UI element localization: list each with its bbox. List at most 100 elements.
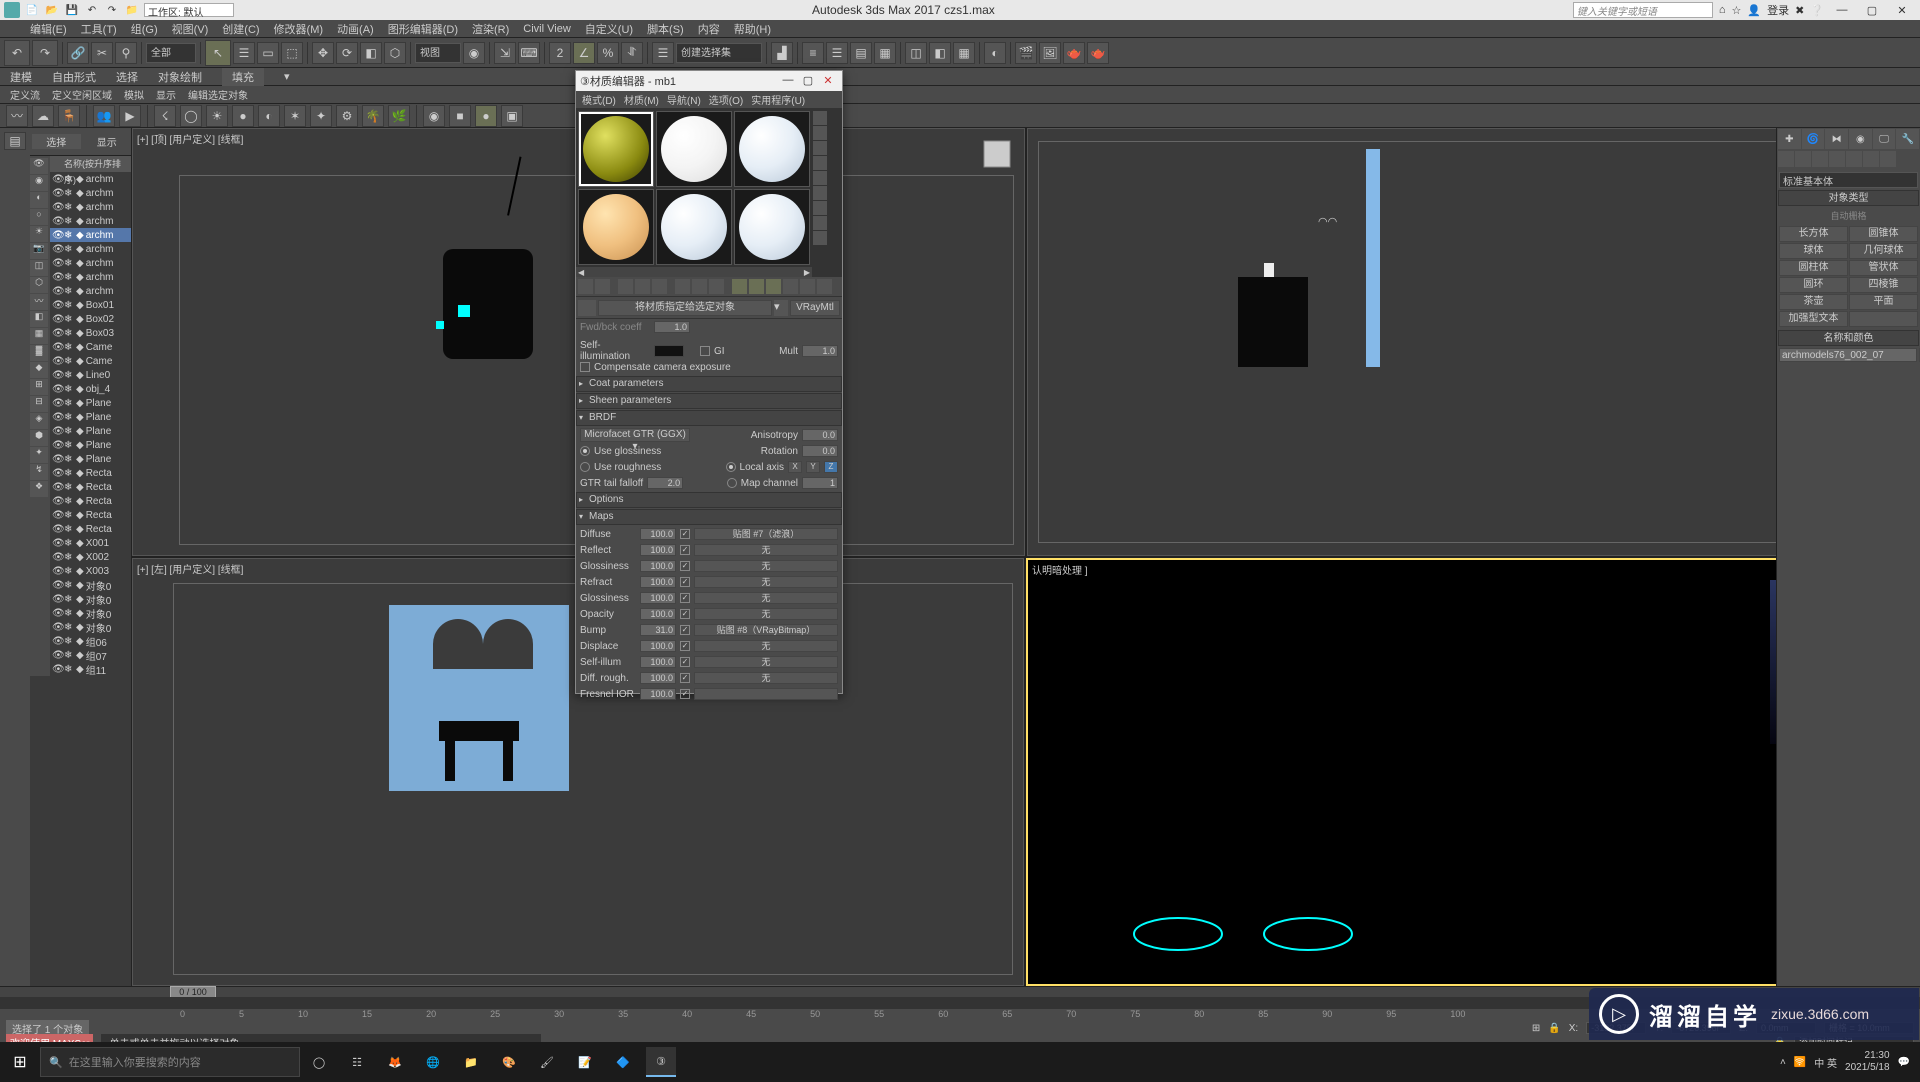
mat-minimize-button[interactable]: — [778, 74, 798, 88]
app-icon-1[interactable]: 🎨 [494, 1047, 524, 1077]
scene-row[interactable]: 👁❄◆Box02 [50, 312, 131, 326]
scene-row[interactable]: 👁❄◆Recta [50, 522, 131, 536]
scene-filter-btn[interactable]: ◈ [30, 413, 48, 429]
edge-icon[interactable]: 🌐 [418, 1047, 448, 1077]
ribbon-panel-display[interactable]: 显示 [156, 87, 176, 102]
scene-filter-btn[interactable]: 👁 [30, 158, 48, 174]
qat-open-icon[interactable]: 📂 [44, 2, 60, 18]
login-link[interactable]: 登录 [1767, 2, 1789, 18]
mat-slot-5[interactable] [656, 189, 732, 265]
viewport-top-label[interactable]: [+] [顶] [用户定义] [线框] [137, 131, 243, 146]
mat-name-field[interactable]: 将材质指定给选定对象 [598, 300, 772, 316]
menu-group[interactable]: 组(G) [131, 21, 158, 37]
cmd-tab-motion[interactable]: ◉ [1849, 129, 1872, 149]
mat-side-btn[interactable] [813, 186, 827, 200]
mat-menu-util[interactable]: 实用程序(U) [751, 92, 805, 107]
cortana-icon[interactable]: ☷ [342, 1047, 372, 1077]
manipulate-button[interactable]: ⇲ [494, 42, 516, 64]
unlink-button[interactable]: ✂ [91, 42, 113, 64]
scene-filter-btn[interactable]: ❖ [30, 481, 48, 497]
render-frame-button[interactable]: 🖼 [1039, 42, 1061, 64]
taskview-icon[interactable]: ◯ [304, 1047, 334, 1077]
scene-filter-btn[interactable]: ▓ [30, 345, 48, 361]
prim-button[interactable]: 几何球体 [1849, 243, 1918, 259]
mat-pick-dropper[interactable] [578, 300, 596, 316]
mat-tool-goparent[interactable] [732, 279, 747, 294]
scene-row[interactable]: 👁❄◆X001 [50, 536, 131, 550]
mat-tool-showend[interactable] [709, 279, 724, 294]
populate-sim-icon[interactable]: ▶ [119, 105, 141, 127]
scene-row[interactable]: 👁❄◆Recta [50, 494, 131, 508]
scene-filter-btn[interactable]: ↯ [30, 464, 48, 480]
mat-close-button[interactable]: ✕ [818, 74, 838, 88]
mat-slot-4[interactable] [578, 189, 654, 265]
scene-filter-btn[interactable]: ⊞ [30, 379, 48, 395]
window-crossing-button[interactable]: ⬚ [281, 42, 303, 64]
mat-side-btn[interactable] [813, 141, 827, 155]
scene-filter-btn[interactable]: ▦ [30, 328, 48, 344]
material-editor-button[interactable]: ◐ [984, 42, 1006, 64]
ribbon-button[interactable]: ▦ [874, 42, 896, 64]
mat-type-button[interactable]: VRayMtl [790, 300, 840, 316]
menu-customize[interactable]: 自定义(U) [585, 21, 633, 37]
curve-editor-button[interactable]: ◫ [905, 42, 927, 64]
pop-icon-5[interactable]: ◐ [258, 105, 280, 127]
pop-icon-14[interactable]: ▣ [501, 105, 523, 127]
redo-button[interactable]: ↷ [32, 40, 58, 66]
app-icon-3[interactable]: 📝 [570, 1047, 600, 1077]
rollout-head[interactable]: Sheen parameters [576, 393, 842, 409]
scene-filter-btn[interactable]: ⬡ [30, 277, 48, 293]
mat-titlebar[interactable]: ③ 材质编辑器 - mb1 — ▢ ✕ [576, 71, 842, 91]
schematic-button[interactable]: ◧ [929, 42, 951, 64]
populate-flow-icon[interactable]: 〰 [6, 105, 28, 127]
ribbon-tab-select[interactable]: 选择 [116, 69, 138, 85]
mat-side-btn[interactable] [813, 216, 827, 230]
menu-help[interactable]: 帮助(H) [734, 21, 771, 37]
scene-filter-btn[interactable]: ⊟ [30, 396, 48, 412]
menu-civil[interactable]: Civil View [523, 23, 570, 35]
help-search-input[interactable]: 键入关键字或短语 [1573, 2, 1713, 18]
tray-up-icon[interactable]: ˄ [1780, 1057, 1786, 1068]
infocenter-icon[interactable]: ⌂ [1719, 4, 1726, 16]
scene-row[interactable]: 👁❄◆Plane [50, 424, 131, 438]
pop-icon-6[interactable]: ✶ [284, 105, 306, 127]
ribbon-panel-editsel[interactable]: 编辑选定对象 [188, 87, 248, 102]
scene-row[interactable]: 👁❄◆obj_4 [50, 382, 131, 396]
scene-row[interactable]: 👁❄◆Plane [50, 438, 131, 452]
scene-filter-btn[interactable]: ✦ [30, 447, 48, 463]
prim-button[interactable]: 四棱锥 [1849, 277, 1918, 293]
cmd-cat-light-icon[interactable] [1812, 151, 1828, 167]
mat-tool-reset[interactable] [635, 279, 650, 294]
cmd-tab-display[interactable]: 🖵 [1873, 129, 1896, 149]
scene-row[interactable]: 👁❄◆archm [50, 214, 131, 228]
mat-slot-2[interactable] [656, 111, 732, 187]
select-name-button[interactable]: ☰ [233, 42, 255, 64]
rollout-head[interactable]: Options [576, 492, 842, 508]
scene-row[interactable]: 👁❄◆X003 [50, 564, 131, 578]
cmd-tab-hierarchy[interactable]: ⧓ [1825, 129, 1848, 149]
scene-filter-btn[interactable]: ◧ [30, 311, 48, 327]
mat-side-btn[interactable] [813, 201, 827, 215]
cmd-tab-utilities[interactable]: 🔧 [1896, 129, 1919, 149]
mat-menu-material[interactable]: 材质(M) [624, 92, 659, 107]
ribbon-tab-populate[interactable]: 填充 [222, 68, 264, 86]
scene-row[interactable]: 👁❄◆Recta [50, 508, 131, 522]
scene-filter-btn[interactable]: ◆ [30, 362, 48, 378]
cmd-cat-shape-icon[interactable] [1795, 151, 1811, 167]
prim-button[interactable]: 圆柱体 [1779, 260, 1848, 276]
mat-tool-gosibling[interactable] [749, 279, 764, 294]
layer-explorer-button[interactable]: ▤ [850, 42, 872, 64]
mat-name-arrow[interactable]: ▾ [774, 300, 788, 316]
mirror-button[interactable]: ▟ [771, 42, 793, 64]
keyboard-shortcut-button[interactable]: ⌨ [518, 42, 540, 64]
scene-row[interactable]: 👁❄◆组06 [50, 634, 131, 648]
roll-object-type[interactable]: 对象类型 [1778, 190, 1919, 206]
minimize-button[interactable]: — [1830, 2, 1854, 18]
mat-tool-delete[interactable] [652, 279, 667, 294]
pop-icon-10[interactable]: 🌿 [388, 105, 410, 127]
ribbon-tab-model[interactable]: 建模 [10, 69, 32, 85]
menu-anim[interactable]: 动画(A) [337, 21, 374, 37]
user-icon[interactable]: 👤 [1747, 4, 1761, 17]
pop-icon-8[interactable]: ⚙ [336, 105, 358, 127]
prim-button[interactable] [1849, 311, 1918, 327]
